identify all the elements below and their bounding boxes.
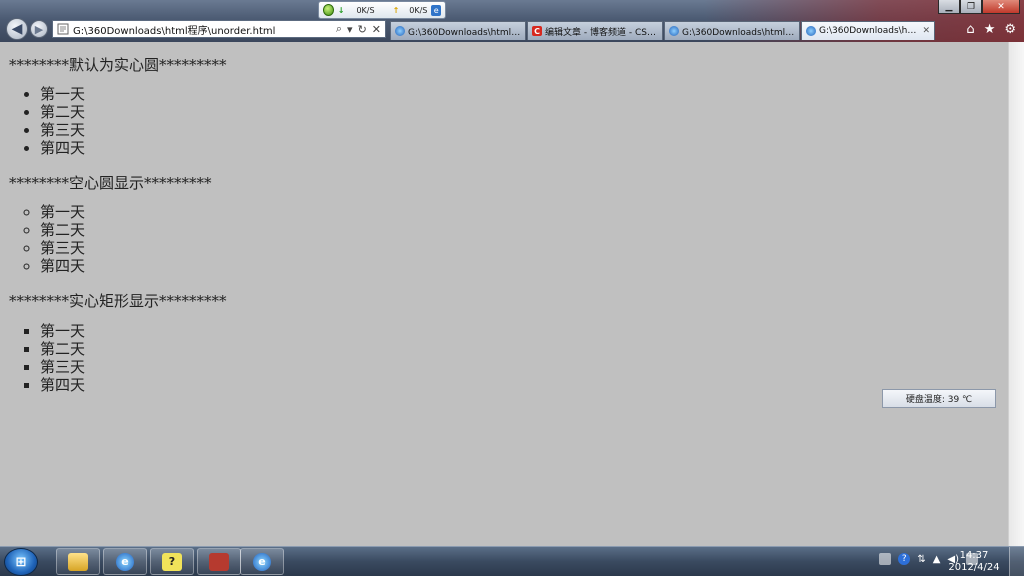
heading-disc: ********默认为实心圆********* — [9, 56, 227, 74]
tab-label: G:\360Downloads\html程... — [408, 27, 521, 38]
clock[interactable]: 14:37 2012/4/24 — [944, 550, 1004, 574]
upload-arrow-icon: ↑ — [392, 5, 400, 15]
list-square: 第一天 第二天 第三天 第四天 — [0, 322, 85, 394]
show-desktop-button[interactable] — [1009, 547, 1024, 576]
page-content: ********默认为实心圆********* 第一天 第二天 第三天 第四天 … — [0, 42, 1008, 546]
dropdown-chevron-icon[interactable]: ▾ — [347, 23, 353, 36]
list-item: 第三天 — [40, 239, 85, 257]
list-item: 第三天 — [40, 358, 85, 376]
forward-button[interactable]: ▶ — [30, 20, 48, 38]
network-icon[interactable]: ⇅ — [917, 554, 925, 565]
refresh-icon[interactable]: ↻ — [358, 23, 367, 36]
tab-strip: G:\360Downloads\html程... C 编辑文章 - 博客频道 -… — [390, 21, 936, 40]
ie-icon: e — [253, 552, 271, 571]
folder-icon — [68, 552, 88, 571]
list-item: 第二天 — [40, 340, 85, 358]
list-item: 第二天 — [40, 103, 85, 121]
help-icon: ? — [162, 552, 182, 571]
ie-icon: e — [116, 552, 134, 571]
forward-arrow-icon: ▶ — [34, 22, 44, 36]
restore-button[interactable]: ❐ — [960, 0, 982, 14]
taskbar-help-button[interactable]: ? — [150, 548, 194, 575]
browser-right-toolbar: ⌂ ★ ⚙ — [966, 22, 1016, 37]
list-item: 第三天 — [40, 121, 85, 139]
list-item: 第二天 — [40, 221, 85, 239]
list-item: 第四天 — [40, 139, 85, 157]
tab-0[interactable]: G:\360Downloads\html程... — [390, 21, 526, 40]
minimize-button[interactable]: ▁ — [938, 0, 960, 14]
ie-icon — [395, 26, 405, 36]
hdd-temperature-widget[interactable]: 硬盘温度: 39 ℃ — [882, 389, 996, 408]
stop-icon[interactable]: ✕ — [372, 23, 381, 36]
browser-chrome: ▁ ❐ ✕ ◀ ▶ G:\360Downloads\html程序\unorder… — [0, 0, 1024, 42]
csdn-icon: C — [532, 26, 542, 36]
tab-2[interactable]: G:\360Downloads\html程... — [664, 21, 800, 40]
upload-speed: 0K/S — [409, 5, 428, 15]
hdd-temperature-text: 硬盘温度: 39 ℃ — [905, 395, 973, 405]
list-item: 第四天 — [40, 257, 85, 275]
taskbar-ie-button[interactable]: e — [103, 548, 147, 575]
download-arrow-icon: ↓ — [337, 5, 345, 15]
clock-time: 14:37 — [959, 550, 989, 561]
list-item: 第一天 — [40, 203, 85, 221]
tab-label: G:\360Downloads\htm... — [819, 26, 920, 36]
tab-label: 编辑文章 - 博客频道 - CSD... — [545, 27, 658, 38]
keyboard-icon[interactable] — [879, 553, 892, 565]
tab-1[interactable]: C 编辑文章 - 博客频道 - CSD... — [527, 21, 663, 40]
list-item: 第一天 — [40, 322, 85, 340]
heading-square: ********实心矩形显示********* — [9, 292, 227, 310]
taskbar-app-button[interactable] — [197, 548, 241, 575]
search-icon[interactable]: ⌕ — [336, 22, 342, 36]
heading-circle: ********空心圆显示********* — [9, 174, 212, 192]
list-item: 第四天 — [40, 376, 85, 394]
close-window-button[interactable]: ✕ — [982, 0, 1020, 14]
tab-label: G:\360Downloads\html程... — [682, 27, 795, 38]
ie-icon — [806, 26, 816, 36]
page-favicon-icon — [57, 23, 69, 35]
home-icon[interactable]: ⌂ — [966, 22, 974, 37]
speed-orb-icon[interactable] — [323, 4, 334, 16]
windows-logo-icon: ⊞ — [15, 554, 27, 570]
address-text[interactable]: G:\360Downloads\html程序\unorder.html — [73, 22, 336, 37]
app-icon — [209, 552, 229, 571]
back-button[interactable]: ◀ — [6, 18, 28, 40]
tray-expand-icon[interactable]: ▲ — [933, 554, 941, 565]
back-arrow-icon: ◀ — [11, 21, 23, 37]
tab-3-active[interactable]: G:\360Downloads\htm... ✕ — [801, 21, 935, 40]
list-disc: 第一天 第二天 第三天 第四天 — [0, 85, 85, 157]
taskbar: ⊞ e ? e ? ⇅ ▲ ◀) 14:37 2012/4/24 — [0, 546, 1024, 576]
vertical-scrollbar[interactable] — [1008, 42, 1024, 546]
ie-icon[interactable]: e — [431, 4, 441, 16]
gear-icon[interactable]: ⚙ — [1004, 22, 1016, 37]
network-speed-widget: ↓ 0K/S ↑ 0K/S e — [318, 1, 446, 19]
ie-icon — [669, 26, 679, 36]
tab-close-icon[interactable]: ✕ — [922, 26, 930, 36]
taskbar-ie-active-button[interactable]: e — [240, 548, 284, 575]
address-bar[interactable]: G:\360Downloads\html程序\unorder.html ⌕ ▾ … — [52, 20, 386, 38]
clock-date: 2012/4/24 — [948, 562, 1000, 573]
list-item: 第一天 — [40, 85, 85, 103]
download-speed: 0K/S — [356, 5, 375, 15]
list-circle: 第一天 第二天 第三天 第四天 — [0, 203, 85, 275]
start-button[interactable]: ⊞ — [4, 548, 38, 576]
favorites-star-icon[interactable]: ★ — [984, 22, 996, 37]
window-controls: ▁ ❐ ✕ — [938, 0, 1020, 14]
taskbar-explorer-button[interactable] — [56, 548, 100, 575]
help-tray-icon[interactable]: ? — [898, 553, 911, 565]
